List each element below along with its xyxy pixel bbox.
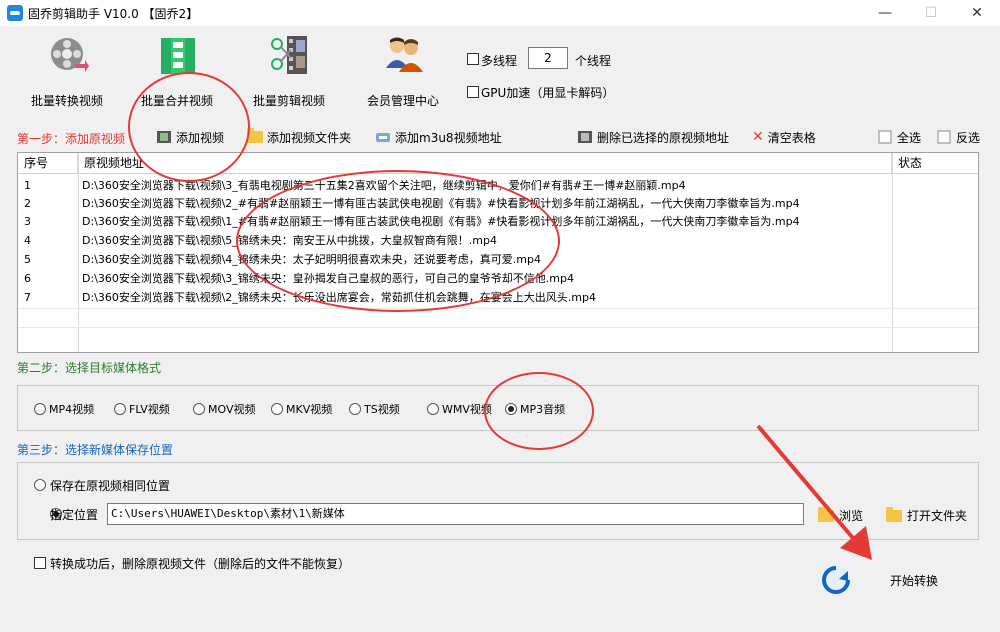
clear-table-button[interactable]: ✕ 清空表格 bbox=[752, 128, 816, 146]
toolbar-member-center[interactable]: 会员管理中心 bbox=[358, 30, 448, 110]
row-number: 7 bbox=[24, 291, 31, 304]
open-folder-label: 打开文件夹 bbox=[907, 509, 968, 523]
radio-mp4[interactable] bbox=[34, 403, 46, 415]
annotation-circle-files bbox=[236, 170, 560, 312]
row-number: 5 bbox=[24, 253, 31, 266]
annotation-arrow bbox=[756, 424, 872, 560]
radio-flv[interactable] bbox=[114, 403, 126, 415]
gpu-checkbox[interactable] bbox=[467, 86, 479, 98]
thread-unit-label: 个线程 bbox=[575, 54, 612, 68]
row-number: 6 bbox=[24, 272, 31, 285]
clear-x-icon: ✕ bbox=[752, 129, 764, 145]
app-logo-icon bbox=[7, 5, 23, 21]
multithread-label: 多线程 bbox=[481, 54, 518, 68]
format-option-wmv[interactable]: WMV视频 bbox=[427, 401, 492, 417]
add-m3u8-label: 添加m3u8视频地址 bbox=[395, 130, 502, 145]
format-label: TS视频 bbox=[364, 403, 400, 416]
format-option-mkv[interactable]: MKV视频 bbox=[271, 401, 332, 417]
film-reel-icon bbox=[51, 38, 89, 72]
radio-mov[interactable] bbox=[193, 403, 205, 415]
format-label: MP4视频 bbox=[49, 403, 95, 416]
select-all-button[interactable]: 全选 bbox=[877, 128, 921, 146]
gpu-label: GPU加速（用显卡解码） bbox=[481, 86, 615, 100]
invert-select-label: 反选 bbox=[956, 130, 981, 145]
open-folder-button[interactable]: 打开文件夹 bbox=[886, 506, 968, 524]
format-label: FLV视频 bbox=[129, 403, 170, 416]
users-icon bbox=[386, 37, 423, 72]
delete-selected-label: 删除已选择的原视频地址 bbox=[597, 130, 730, 145]
same-location-label: 保存在原视频相同位置 bbox=[50, 479, 171, 493]
delete-after-label: 转换成功后，删除原视频文件（删除后的文件不能恢复） bbox=[50, 557, 351, 571]
link-icon bbox=[376, 133, 390, 142]
toolbar-label: 批量转换视频 bbox=[30, 94, 103, 108]
format-option-ts[interactable]: TS视频 bbox=[349, 401, 400, 417]
row-number: 4 bbox=[24, 234, 31, 247]
multithread-checkbox[interactable] bbox=[467, 53, 479, 65]
page-icon bbox=[878, 130, 892, 144]
radio-same-location[interactable] bbox=[34, 479, 46, 491]
minimize-button[interactable]: — bbox=[862, 0, 908, 26]
annotation-circle-merge bbox=[128, 72, 250, 182]
column-header-status: 状态 bbox=[898, 156, 923, 170]
radio-mkv[interactable] bbox=[271, 403, 283, 415]
maximize-button[interactable]: ☐ bbox=[908, 0, 954, 26]
scissors-film-icon bbox=[271, 36, 307, 74]
close-button[interactable]: ✕ bbox=[954, 0, 1000, 26]
toolbar-label: 批量剪辑视频 bbox=[252, 94, 325, 108]
add-folder-label: 添加视频文件夹 bbox=[267, 130, 352, 145]
radio-wmv[interactable] bbox=[427, 403, 439, 415]
format-label: MKV视频 bbox=[286, 403, 333, 416]
merge-video-icon bbox=[161, 38, 195, 74]
row-number: 3 bbox=[24, 215, 31, 228]
start-convert-label: 开始转换 bbox=[890, 574, 939, 588]
format-option-flv[interactable]: FLV视频 bbox=[114, 401, 170, 417]
select-all-label: 全选 bbox=[897, 130, 922, 145]
delete-after-checkbox[interactable] bbox=[34, 557, 46, 569]
format-label: MOV视频 bbox=[208, 403, 256, 416]
add-folder-button[interactable]: 添加视频文件夹 bbox=[247, 128, 351, 146]
window-title: 固乔剪辑助手 V10.0 【固乔2】 bbox=[28, 7, 199, 21]
annotation-circle-mp3 bbox=[484, 372, 594, 450]
toolbar-batch-edit[interactable]: 批量剪辑视频 bbox=[244, 30, 334, 110]
row-number: 2 bbox=[24, 197, 31, 210]
page-icon bbox=[937, 130, 951, 144]
format-option-mp4[interactable]: MP4视频 bbox=[34, 401, 94, 417]
step3-label: 第三步：选择新媒体保存位置 bbox=[17, 443, 174, 457]
add-m3u8-button[interactable]: 添加m3u8视频地址 bbox=[375, 128, 502, 146]
thread-count-input[interactable]: 2 bbox=[528, 47, 568, 69]
output-path-input[interactable]: C:\Users\HUAWEI\Desktop\素材\1\新媒体 bbox=[107, 503, 804, 525]
film-delete-icon bbox=[578, 131, 592, 143]
step2-label: 第二步：选择目标媒体格式 bbox=[17, 361, 162, 375]
toolbar-label: 会员管理中心 bbox=[366, 94, 439, 108]
clear-table-label: 清空表格 bbox=[767, 130, 816, 145]
row-number: 1 bbox=[24, 179, 31, 192]
specify-location-label: 指定位置 bbox=[50, 508, 99, 522]
step1-label: 第一步：添加原视频 bbox=[17, 132, 126, 146]
toolbar-batch-convert[interactable]: 批量转换视频 bbox=[22, 30, 112, 110]
invert-select-button[interactable]: 反选 bbox=[936, 128, 980, 146]
delete-selected-button[interactable]: 删除已选择的原视频地址 bbox=[577, 128, 729, 146]
format-option-mov[interactable]: MOV视频 bbox=[193, 401, 255, 417]
column-header-no: 序号 bbox=[18, 153, 78, 173]
radio-ts[interactable] bbox=[349, 403, 361, 415]
